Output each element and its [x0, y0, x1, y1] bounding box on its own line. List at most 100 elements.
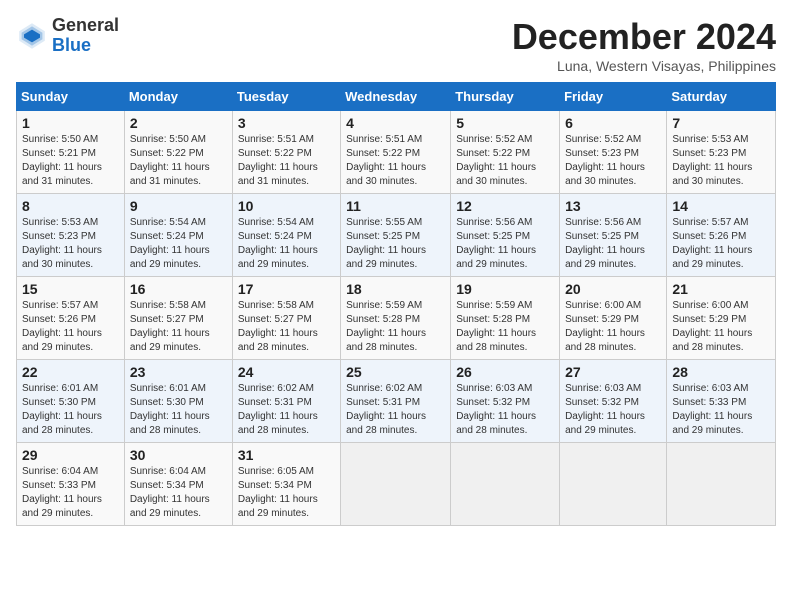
calendar-cell: 30 Sunrise: 6:04 AMSunset: 5:34 PMDaylig… — [124, 443, 232, 526]
weekday-header-wednesday: Wednesday — [341, 83, 451, 111]
calendar-week-row: 1 Sunrise: 5:50 AMSunset: 5:21 PMDayligh… — [17, 111, 776, 194]
day-detail: Sunrise: 6:00 AMSunset: 5:29 PMDaylight:… — [565, 300, 645, 353]
calendar-cell: 14 Sunrise: 5:57 AMSunset: 5:26 PMDaylig… — [667, 194, 776, 277]
day-number: 23 — [130, 364, 227, 380]
calendar-cell: 20 Sunrise: 6:00 AMSunset: 5:29 PMDaylig… — [560, 277, 667, 360]
calendar-cell: 29 Sunrise: 6:04 AMSunset: 5:33 PMDaylig… — [17, 443, 125, 526]
calendar-cell: 27 Sunrise: 6:03 AMSunset: 5:32 PMDaylig… — [560, 360, 667, 443]
day-detail: Sunrise: 5:50 AMSunset: 5:21 PMDaylight:… — [22, 134, 102, 187]
day-detail: Sunrise: 5:58 AMSunset: 5:27 PMDaylight:… — [238, 300, 318, 353]
day-number: 9 — [130, 198, 227, 214]
calendar-cell: 12 Sunrise: 5:56 AMSunset: 5:25 PMDaylig… — [451, 194, 560, 277]
day-detail: Sunrise: 5:59 AMSunset: 5:28 PMDaylight:… — [346, 300, 426, 353]
calendar-cell: 13 Sunrise: 5:56 AMSunset: 5:25 PMDaylig… — [560, 194, 667, 277]
calendar-cell: 8 Sunrise: 5:53 AMSunset: 5:23 PMDayligh… — [17, 194, 125, 277]
logo-icon — [16, 20, 48, 52]
day-number: 17 — [238, 281, 335, 297]
calendar-cell: 2 Sunrise: 5:50 AMSunset: 5:22 PMDayligh… — [124, 111, 232, 194]
calendar-cell: 25 Sunrise: 6:02 AMSunset: 5:31 PMDaylig… — [341, 360, 451, 443]
weekday-header-saturday: Saturday — [667, 83, 776, 111]
day-detail: Sunrise: 5:53 AMSunset: 5:23 PMDaylight:… — [672, 134, 752, 187]
day-detail: Sunrise: 5:53 AMSunset: 5:23 PMDaylight:… — [22, 217, 102, 270]
day-number: 4 — [346, 115, 445, 131]
day-detail: Sunrise: 5:51 AMSunset: 5:22 PMDaylight:… — [346, 134, 426, 187]
day-number: 14 — [672, 198, 770, 214]
day-number: 19 — [456, 281, 554, 297]
title-block: December 2024 Luna, Western Visayas, Phi… — [512, 16, 776, 74]
day-number: 31 — [238, 447, 335, 463]
day-number: 24 — [238, 364, 335, 380]
calendar-cell: 9 Sunrise: 5:54 AMSunset: 5:24 PMDayligh… — [124, 194, 232, 277]
day-number: 5 — [456, 115, 554, 131]
calendar-week-row: 15 Sunrise: 5:57 AMSunset: 5:26 PMDaylig… — [17, 277, 776, 360]
day-detail: Sunrise: 5:52 AMSunset: 5:22 PMDaylight:… — [456, 134, 536, 187]
day-detail: Sunrise: 5:57 AMSunset: 5:26 PMDaylight:… — [22, 300, 102, 353]
day-number: 1 — [22, 115, 119, 131]
logo-blue: Blue — [52, 35, 91, 55]
day-number: 6 — [565, 115, 661, 131]
calendar-table: SundayMondayTuesdayWednesdayThursdayFrid… — [16, 82, 776, 526]
calendar-week-row: 22 Sunrise: 6:01 AMSunset: 5:30 PMDaylig… — [17, 360, 776, 443]
day-detail: Sunrise: 5:57 AMSunset: 5:26 PMDaylight:… — [672, 217, 752, 270]
day-number: 22 — [22, 364, 119, 380]
day-number: 13 — [565, 198, 661, 214]
day-detail: Sunrise: 6:00 AMSunset: 5:29 PMDaylight:… — [672, 300, 752, 353]
day-detail: Sunrise: 6:03 AMSunset: 5:33 PMDaylight:… — [672, 383, 752, 436]
day-detail: Sunrise: 6:03 AMSunset: 5:32 PMDaylight:… — [565, 383, 645, 436]
calendar-cell: 17 Sunrise: 5:58 AMSunset: 5:27 PMDaylig… — [232, 277, 340, 360]
day-detail: Sunrise: 6:02 AMSunset: 5:31 PMDaylight:… — [346, 383, 426, 436]
calendar-cell: 19 Sunrise: 5:59 AMSunset: 5:28 PMDaylig… — [451, 277, 560, 360]
calendar-cell: 18 Sunrise: 5:59 AMSunset: 5:28 PMDaylig… — [341, 277, 451, 360]
calendar-week-row: 29 Sunrise: 6:04 AMSunset: 5:33 PMDaylig… — [17, 443, 776, 526]
day-number: 10 — [238, 198, 335, 214]
calendar-cell: 4 Sunrise: 5:51 AMSunset: 5:22 PMDayligh… — [341, 111, 451, 194]
calendar-cell: 21 Sunrise: 6:00 AMSunset: 5:29 PMDaylig… — [667, 277, 776, 360]
day-number: 25 — [346, 364, 445, 380]
calendar-cell: 24 Sunrise: 6:02 AMSunset: 5:31 PMDaylig… — [232, 360, 340, 443]
day-number: 16 — [130, 281, 227, 297]
day-detail: Sunrise: 5:54 AMSunset: 5:24 PMDaylight:… — [238, 217, 318, 270]
calendar-cell: 1 Sunrise: 5:50 AMSunset: 5:21 PMDayligh… — [17, 111, 125, 194]
day-detail: Sunrise: 5:52 AMSunset: 5:23 PMDaylight:… — [565, 134, 645, 187]
day-detail: Sunrise: 6:04 AMSunset: 5:33 PMDaylight:… — [22, 466, 102, 519]
day-number: 29 — [22, 447, 119, 463]
calendar-cell — [560, 443, 667, 526]
day-number: 28 — [672, 364, 770, 380]
day-detail: Sunrise: 6:04 AMSunset: 5:34 PMDaylight:… — [130, 466, 210, 519]
day-number: 18 — [346, 281, 445, 297]
calendar-cell — [341, 443, 451, 526]
calendar-cell: 26 Sunrise: 6:03 AMSunset: 5:32 PMDaylig… — [451, 360, 560, 443]
calendar-cell: 28 Sunrise: 6:03 AMSunset: 5:33 PMDaylig… — [667, 360, 776, 443]
day-number: 3 — [238, 115, 335, 131]
weekday-header-sunday: Sunday — [17, 83, 125, 111]
day-number: 7 — [672, 115, 770, 131]
page-header: General Blue December 2024 Luna, Western… — [16, 16, 776, 74]
calendar-cell: 31 Sunrise: 6:05 AMSunset: 5:34 PMDaylig… — [232, 443, 340, 526]
weekday-header-row: SundayMondayTuesdayWednesdayThursdayFrid… — [17, 83, 776, 111]
weekday-header-tuesday: Tuesday — [232, 83, 340, 111]
day-number: 21 — [672, 281, 770, 297]
calendar-cell: 23 Sunrise: 6:01 AMSunset: 5:30 PMDaylig… — [124, 360, 232, 443]
calendar-cell: 15 Sunrise: 5:57 AMSunset: 5:26 PMDaylig… — [17, 277, 125, 360]
day-detail: Sunrise: 5:54 AMSunset: 5:24 PMDaylight:… — [130, 217, 210, 270]
day-detail: Sunrise: 5:50 AMSunset: 5:22 PMDaylight:… — [130, 134, 210, 187]
calendar-cell: 3 Sunrise: 5:51 AMSunset: 5:22 PMDayligh… — [232, 111, 340, 194]
day-detail: Sunrise: 5:58 AMSunset: 5:27 PMDaylight:… — [130, 300, 210, 353]
month-title: December 2024 — [512, 16, 776, 58]
day-number: 11 — [346, 198, 445, 214]
calendar-week-row: 8 Sunrise: 5:53 AMSunset: 5:23 PMDayligh… — [17, 194, 776, 277]
day-detail: Sunrise: 6:03 AMSunset: 5:32 PMDaylight:… — [456, 383, 536, 436]
day-detail: Sunrise: 5:51 AMSunset: 5:22 PMDaylight:… — [238, 134, 318, 187]
weekday-header-friday: Friday — [560, 83, 667, 111]
calendar-cell — [667, 443, 776, 526]
day-detail: Sunrise: 6:01 AMSunset: 5:30 PMDaylight:… — [22, 383, 102, 436]
day-number: 2 — [130, 115, 227, 131]
day-number: 20 — [565, 281, 661, 297]
logo-text: General Blue — [52, 16, 119, 56]
calendar-cell: 16 Sunrise: 5:58 AMSunset: 5:27 PMDaylig… — [124, 277, 232, 360]
day-detail: Sunrise: 6:01 AMSunset: 5:30 PMDaylight:… — [130, 383, 210, 436]
day-detail: Sunrise: 5:56 AMSunset: 5:25 PMDaylight:… — [456, 217, 536, 270]
day-number: 30 — [130, 447, 227, 463]
day-detail: Sunrise: 5:59 AMSunset: 5:28 PMDaylight:… — [456, 300, 536, 353]
day-detail: Sunrise: 5:56 AMSunset: 5:25 PMDaylight:… — [565, 217, 645, 270]
